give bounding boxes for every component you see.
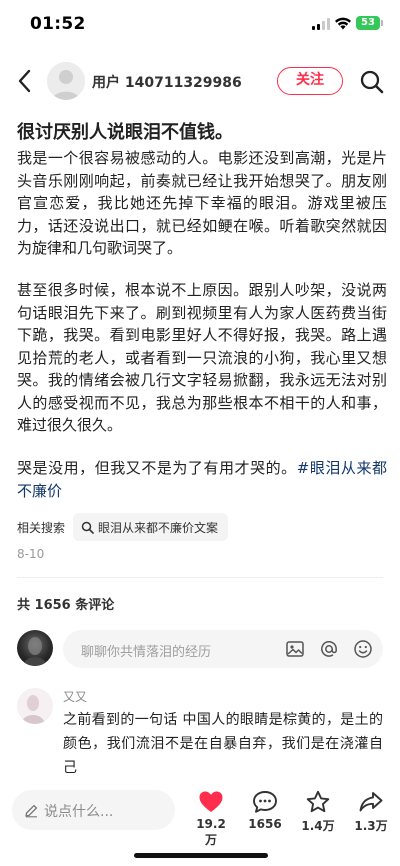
follow-button[interactable]: 关注 — [277, 67, 343, 95]
related-search: 相关搜索 眼泪从来都不廉价文案 — [17, 513, 229, 541]
default-avatar-icon — [47, 62, 85, 100]
image-icon[interactable] — [285, 639, 305, 659]
commenter-name[interactable]: 又又 — [63, 688, 87, 705]
status-time: 01:52 — [30, 14, 86, 34]
wifi-icon — [335, 17, 351, 30]
post-paragraph-3-text: 哭是没用，但我又不是为了有用才哭的。 — [17, 459, 297, 477]
collect-button[interactable]: 1.4万 — [298, 790, 338, 834]
pencil-icon — [25, 804, 38, 818]
divider — [17, 577, 383, 578]
post-date: 8-10 — [17, 547, 45, 561]
post-header: 用户 140711329986 关注 — [0, 52, 400, 112]
battery-icon: 53 — [356, 16, 380, 30]
author-username[interactable]: 用户 140711329986 — [92, 72, 242, 92]
avatar-image — [23, 637, 47, 666]
avatar-image — [17, 688, 53, 724]
share-count: 1.3万 — [354, 819, 388, 833]
comment-button[interactable]: 1656 — [245, 790, 285, 831]
post-title: 很讨厌别人说眼泪不值钱。 — [17, 122, 233, 143]
status-bar: 01:52 53 — [0, 0, 400, 50]
comment-count: 1656 — [248, 817, 282, 831]
star-icon — [306, 790, 330, 813]
author-avatar[interactable] — [47, 62, 85, 100]
related-search-query: 眼泪从来都不廉价文案 — [98, 520, 219, 535]
comments-count: 共 1656 条评论 — [17, 598, 115, 613]
collect-count: 1.4万 — [301, 819, 335, 833]
like-count: 19.2万 — [196, 817, 226, 847]
comment-composer: 聊聊你共情落泪的经历 — [17, 629, 383, 669]
comment-composer-placeholder: 聊聊你共情落泪的经历 — [81, 645, 212, 660]
commenter-avatar[interactable] — [17, 688, 53, 724]
comment-input[interactable]: 说点什么... — [12, 790, 175, 830]
comment-input-placeholder: 说点什么... — [44, 804, 114, 820]
post-paragraph-3: 哭是没用，但我又不是为了有用才哭的。#眼泪从来都不廉价 — [17, 457, 387, 502]
search-icon[interactable] — [358, 68, 386, 96]
comment-bubble-icon — [253, 791, 277, 813]
heart-icon — [199, 791, 223, 812]
emoji-icon[interactable] — [353, 639, 373, 659]
comment-composer-input[interactable]: 聊聊你共情落泪的经历 — [63, 630, 383, 668]
post-paragraph-2: 甚至很多时候，根本说不上原因。跟别人吵架，没说两句话眼泪先下来了。刷到视频里有人… — [17, 281, 387, 434]
comment-text: 之前看到的一句话 中国人的眼睛是棕黄的，是土的颜色，我们流泪不是在自暴自弃，我们… — [63, 712, 383, 776]
search-icon — [81, 521, 94, 534]
like-button[interactable]: 19.2万 — [191, 790, 231, 848]
share-button[interactable]: 1.3万 — [351, 790, 391, 834]
related-search-chip[interactable]: 眼泪从来都不廉价文案 — [73, 513, 229, 541]
mention-icon[interactable] — [319, 639, 339, 659]
my-avatar[interactable] — [17, 630, 53, 666]
battery-tip — [381, 20, 383, 26]
post-paragraph-1: 我是一个很容易被感动的人。电影还没到高潮，光是片头音乐刚刚响起，前奏就已经让我开… — [17, 149, 387, 257]
chevron-left-icon[interactable] — [12, 66, 40, 96]
home-indicator — [134, 853, 268, 858]
share-icon — [359, 792, 383, 812]
related-search-label: 相关搜索 — [17, 520, 66, 535]
cellular-signal-icon — [312, 18, 330, 30]
